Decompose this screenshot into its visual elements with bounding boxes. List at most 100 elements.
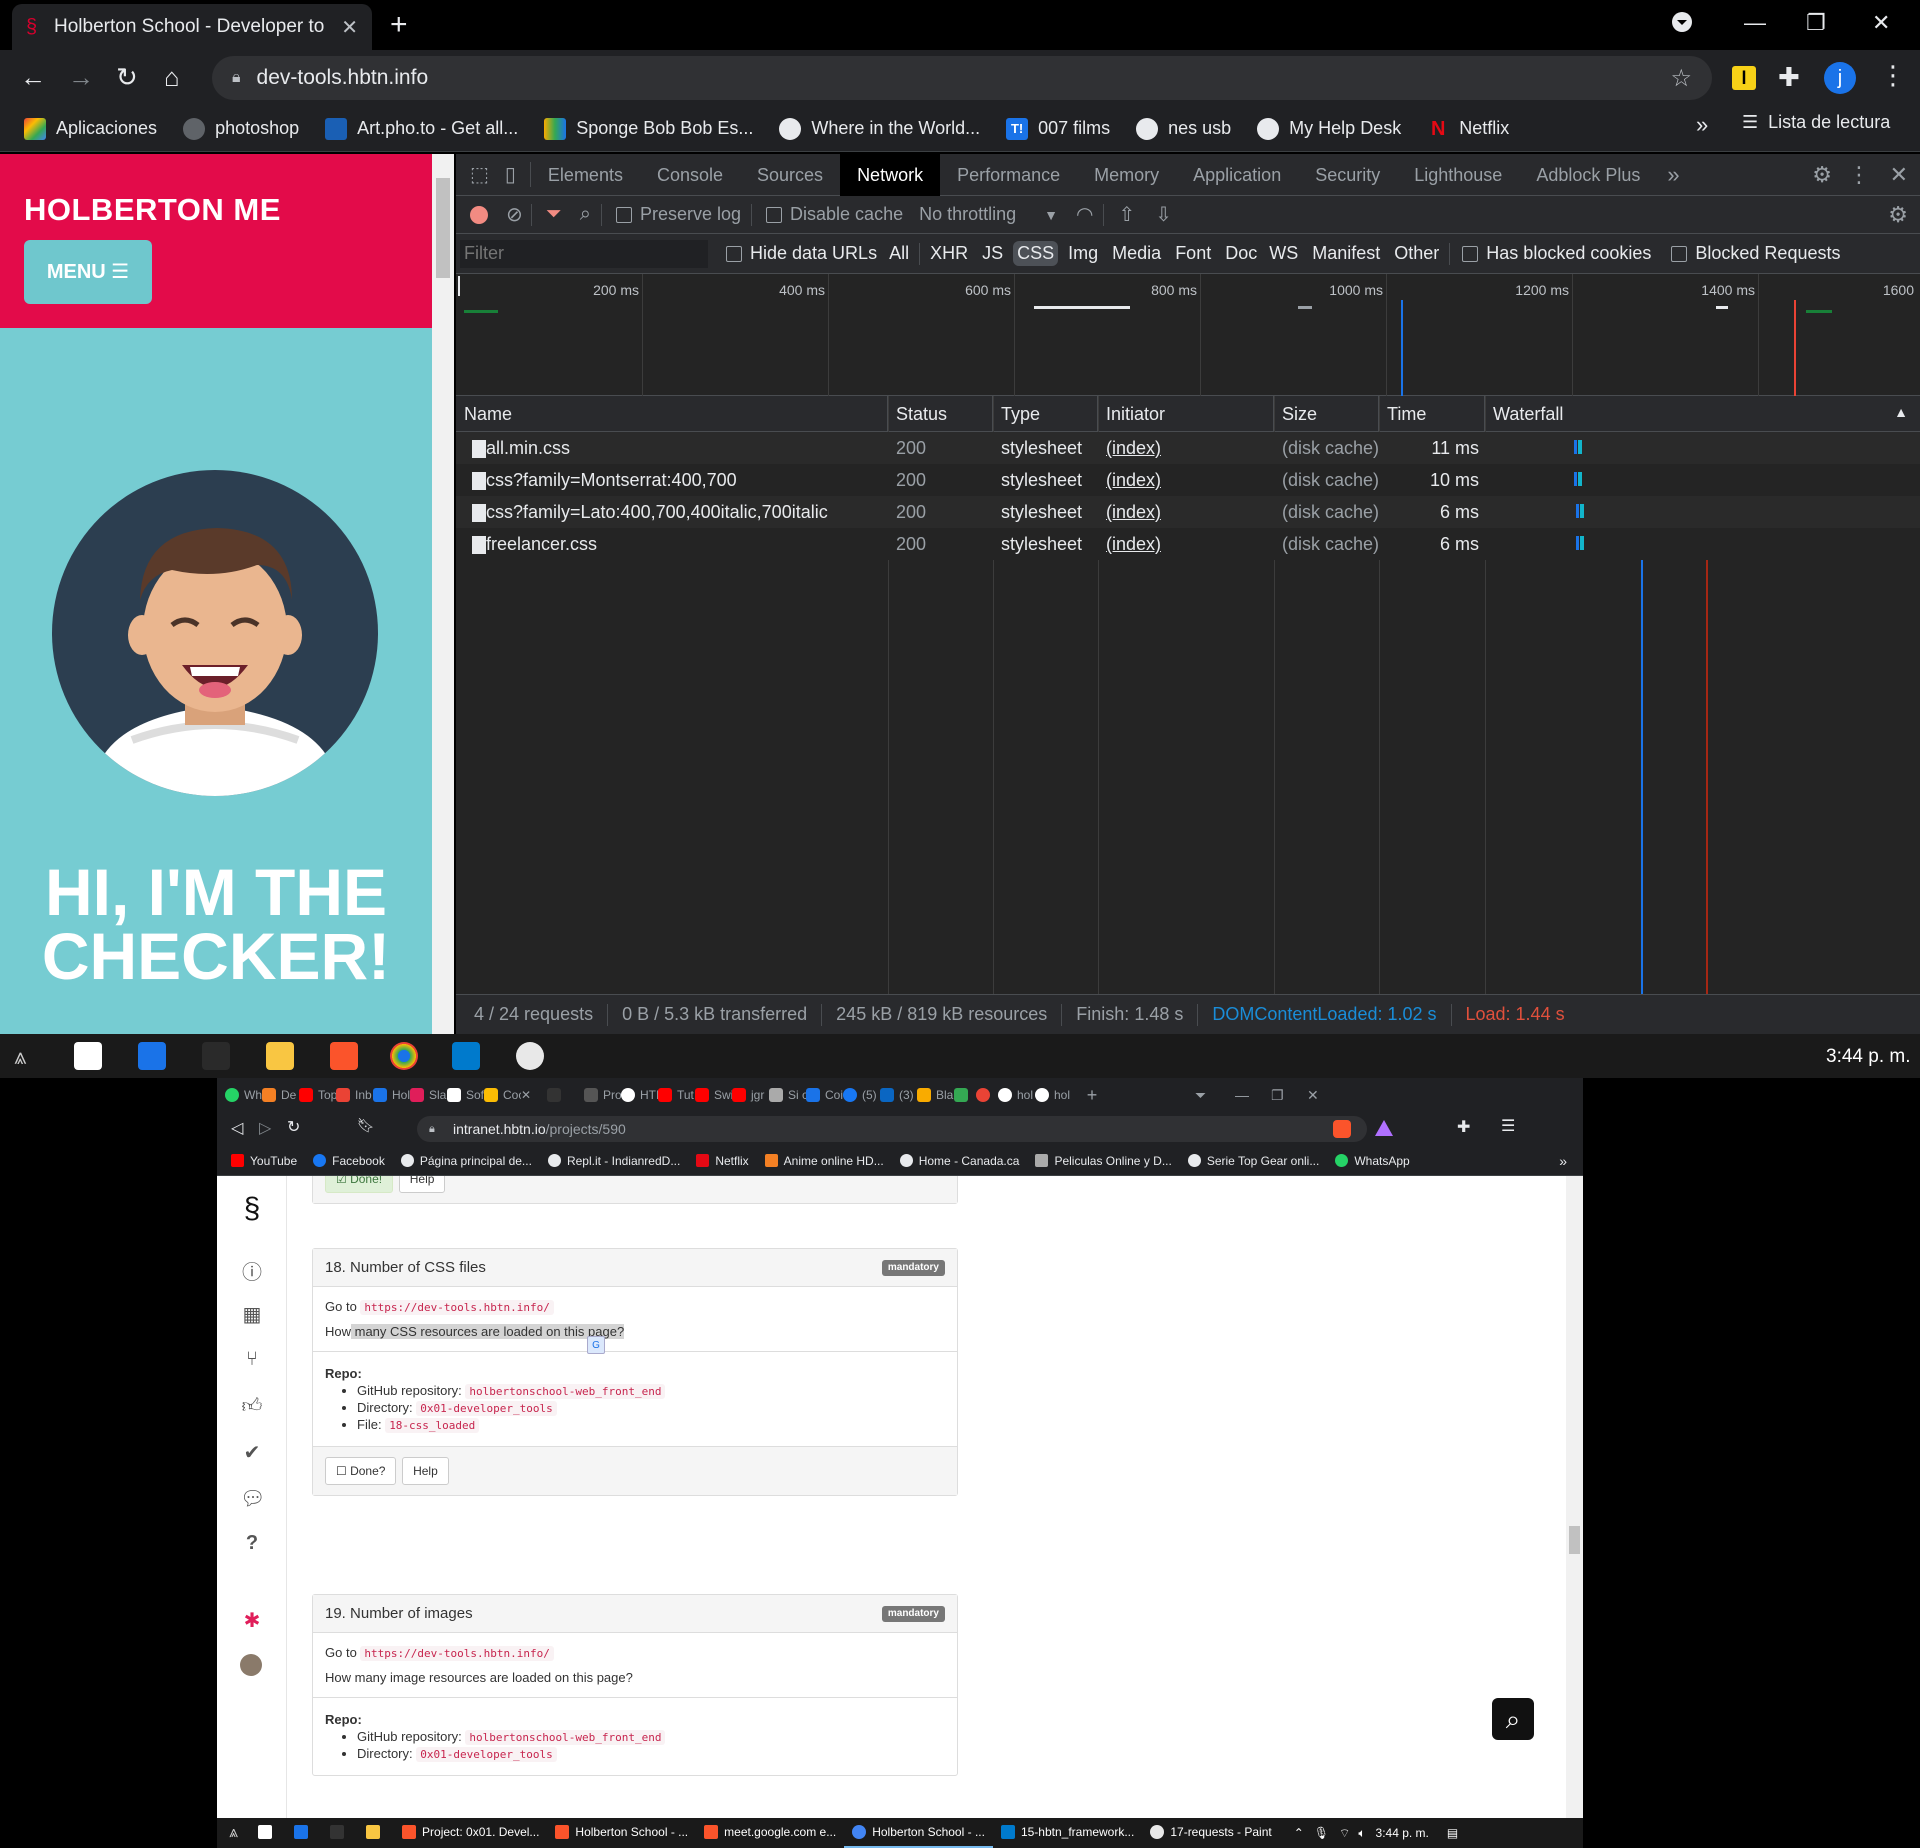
tab-elements[interactable]: Elements xyxy=(531,154,640,196)
filter-type-img[interactable]: Img xyxy=(1068,243,1098,264)
mini-tab[interactable]: Pro xyxy=(584,1088,621,1102)
reading-list-button[interactable]: ☰ Lista de lectura xyxy=(1742,112,1890,133)
throttling-select[interactable]: No throttling ▼ xyxy=(919,204,1058,225)
tab-network[interactable]: Network xyxy=(840,153,941,196)
more-tabs-icon[interactable]: » xyxy=(1657,162,1689,188)
filter-type-doc[interactable]: Doc xyxy=(1225,243,1257,264)
mini-tab[interactable]: hol xyxy=(998,1088,1035,1102)
close-devtools-icon[interactable]: ✕ xyxy=(1890,162,1908,188)
preserve-log-checkbox[interactable]: Preserve log xyxy=(615,204,741,225)
mini-tab[interactable]: HTI xyxy=(621,1088,658,1102)
mini-tab[interactable]: (3) xyxy=(880,1088,917,1102)
menu-icon[interactable]: ☰ xyxy=(1501,1116,1515,1136)
column-type[interactable]: Type xyxy=(993,396,1098,432)
paint-icon[interactable] xyxy=(516,1042,544,1070)
record-icon[interactable] xyxy=(470,205,488,224)
back-icon[interactable]: ◁ xyxy=(231,1118,243,1138)
intranet-scrollbar[interactable] xyxy=(1566,1176,1583,1818)
minimize-icon[interactable]: — xyxy=(1235,1087,1249,1103)
request-initiator[interactable]: (index) xyxy=(1098,496,1161,528)
home-icon[interactable]: ⌂ xyxy=(164,62,180,93)
settings-gear-icon[interactable]: ⚙ xyxy=(1812,162,1832,188)
mini-tab[interactable]: Sof xyxy=(447,1088,484,1102)
browser-tab-active[interactable]: § Holberton School - Developer to ✕ xyxy=(12,4,372,50)
hide-data-urls-checkbox[interactable]: Hide data URLs xyxy=(726,243,877,264)
store-icon[interactable] xyxy=(250,1818,286,1848)
mini-tab[interactable]: Coc xyxy=(484,1088,521,1102)
bookmark-star-icon[interactable]: ☆ xyxy=(1670,64,1692,93)
bookmark-item[interactable]: My Help Desk xyxy=(1257,117,1401,140)
request-initiator[interactable]: (index) xyxy=(1098,528,1161,560)
filter-type-media[interactable]: Media xyxy=(1112,243,1161,264)
blocked-requests-checkbox[interactable]: Blocked Requests xyxy=(1671,243,1840,264)
request-initiator[interactable]: (index) xyxy=(1098,432,1161,464)
user-avatar[interactable] xyxy=(240,1654,262,1676)
mini-tab[interactable]: Si c xyxy=(769,1088,806,1102)
notifications-icon[interactable]: ▤ xyxy=(1447,1826,1458,1840)
sort-ascending-icon[interactable]: ▲ xyxy=(1894,404,1908,420)
taskbar-clock[interactable]: 3:44 p. m. xyxy=(1826,1046,1911,1068)
mini-tab[interactable]: De xyxy=(262,1088,299,1102)
taskbar-item[interactable]: Holberton School - ... xyxy=(547,1818,696,1848)
export-har-icon[interactable]: ⇩ xyxy=(1155,202,1172,227)
filter-type-xhr[interactable]: XHR xyxy=(930,243,968,264)
new-tab-icon[interactable]: + xyxy=(390,8,408,42)
branch-icon[interactable]: ⑂ xyxy=(240,1348,264,1371)
file-explorer-icon[interactable] xyxy=(266,1042,294,1070)
reload-icon[interactable]: ↻ xyxy=(116,62,138,93)
bookmark-item[interactable]: WhatsApp xyxy=(1335,1154,1410,1168)
bookmark-item[interactable]: Netflix xyxy=(696,1154,749,1168)
extensions-icon[interactable]: ✚ xyxy=(1457,1117,1470,1137)
network-icon[interactable]: ⌔ xyxy=(1339,1826,1350,1841)
extension-icon[interactable]: l xyxy=(1732,66,1756,90)
network-conditions-icon[interactable]: ◠ xyxy=(1076,202,1093,227)
bookmark-item[interactable]: T! 007 films xyxy=(1006,117,1110,140)
bookmark-item[interactable]: Facebook xyxy=(313,1154,385,1168)
bookmark-item[interactable]: photoshop xyxy=(183,117,299,140)
seahorse-logo-icon[interactable]: § xyxy=(240,1192,264,1226)
mini-tab[interactable]: hol xyxy=(1035,1088,1072,1102)
start-icon[interactable]: ⩓ xyxy=(14,1044,26,1070)
mini-tab[interactable]: Tut xyxy=(658,1088,695,1102)
vscode-icon[interactable] xyxy=(452,1042,480,1070)
taskbar-item[interactable]: 15-hbtn_framework... xyxy=(993,1818,1142,1848)
done-button[interactable]: ☑ Done! xyxy=(325,1176,394,1193)
bookmark-item[interactable]: Aplicaciones xyxy=(24,117,157,140)
disable-cache-checkbox[interactable]: Disable cache xyxy=(766,204,903,225)
bookmark-item[interactable]: Where in the World... xyxy=(779,117,980,140)
volume-icon[interactable]: 🔈︎ xyxy=(1358,1826,1365,1841)
import-har-icon[interactable]: ⇧ xyxy=(1118,202,1135,227)
bookmark-item[interactable]: Peliculas Online y D... xyxy=(1035,1154,1172,1168)
menu-button[interactable]: MENU ☰ xyxy=(24,240,152,304)
site-brand[interactable]: HOLBERTON ME xyxy=(24,192,281,228)
mini-tab[interactable]: Bla xyxy=(917,1088,954,1102)
profile-avatar[interactable]: j xyxy=(1824,62,1856,94)
store-icon[interactable] xyxy=(74,1042,102,1070)
mini-tab[interactable]: Sla xyxy=(410,1088,447,1102)
bookmark-item[interactable]: Art.pho.to - Get all... xyxy=(325,117,518,140)
table-row[interactable]: freelancer.css 200 stylesheet (index) (d… xyxy=(456,528,1920,560)
bookmark-item[interactable]: YouTube xyxy=(231,1154,297,1168)
info-icon[interactable]: ⓘ xyxy=(240,1256,264,1285)
bookmark-item[interactable]: Home - Canada.ca xyxy=(899,1154,1019,1168)
clear-icon[interactable]: ⊘ xyxy=(506,202,523,227)
device-toolbar-icon[interactable]: ▯ xyxy=(501,162,531,187)
restore-icon[interactable]: ❐ xyxy=(1806,10,1826,36)
slack-icon[interactable]: ✱ xyxy=(240,1608,264,1633)
tab-performance[interactable]: Performance xyxy=(940,154,1077,196)
chrome-menu-icon[interactable]: ⋮ xyxy=(1880,60,1906,91)
bookmarks-overflow-icon[interactable]: » xyxy=(1559,1153,1567,1169)
bookmark-item[interactable]: N Netflix xyxy=(1427,118,1509,140)
bookmark-item[interactable]: Página principal de... xyxy=(400,1154,532,1168)
column-time[interactable]: Time xyxy=(1379,396,1485,432)
column-size[interactable]: Size xyxy=(1274,396,1379,432)
start-icon[interactable]: ⩓ xyxy=(217,1824,250,1842)
brave-shield-icon[interactable] xyxy=(1333,1120,1351,1138)
tab-security[interactable]: Security xyxy=(1298,154,1397,196)
devtools-menu-icon[interactable]: ⋮ xyxy=(1848,162,1870,188)
filter-type-other[interactable]: Other xyxy=(1394,243,1439,264)
tab-search-icon[interactable]: ⏷ xyxy=(1195,1087,1206,1104)
taskbar-item[interactable]: Holberton School - ... xyxy=(844,1818,993,1848)
filter-input[interactable] xyxy=(460,239,708,268)
taskbar-item[interactable]: 17-requests - Paint xyxy=(1142,1818,1279,1848)
